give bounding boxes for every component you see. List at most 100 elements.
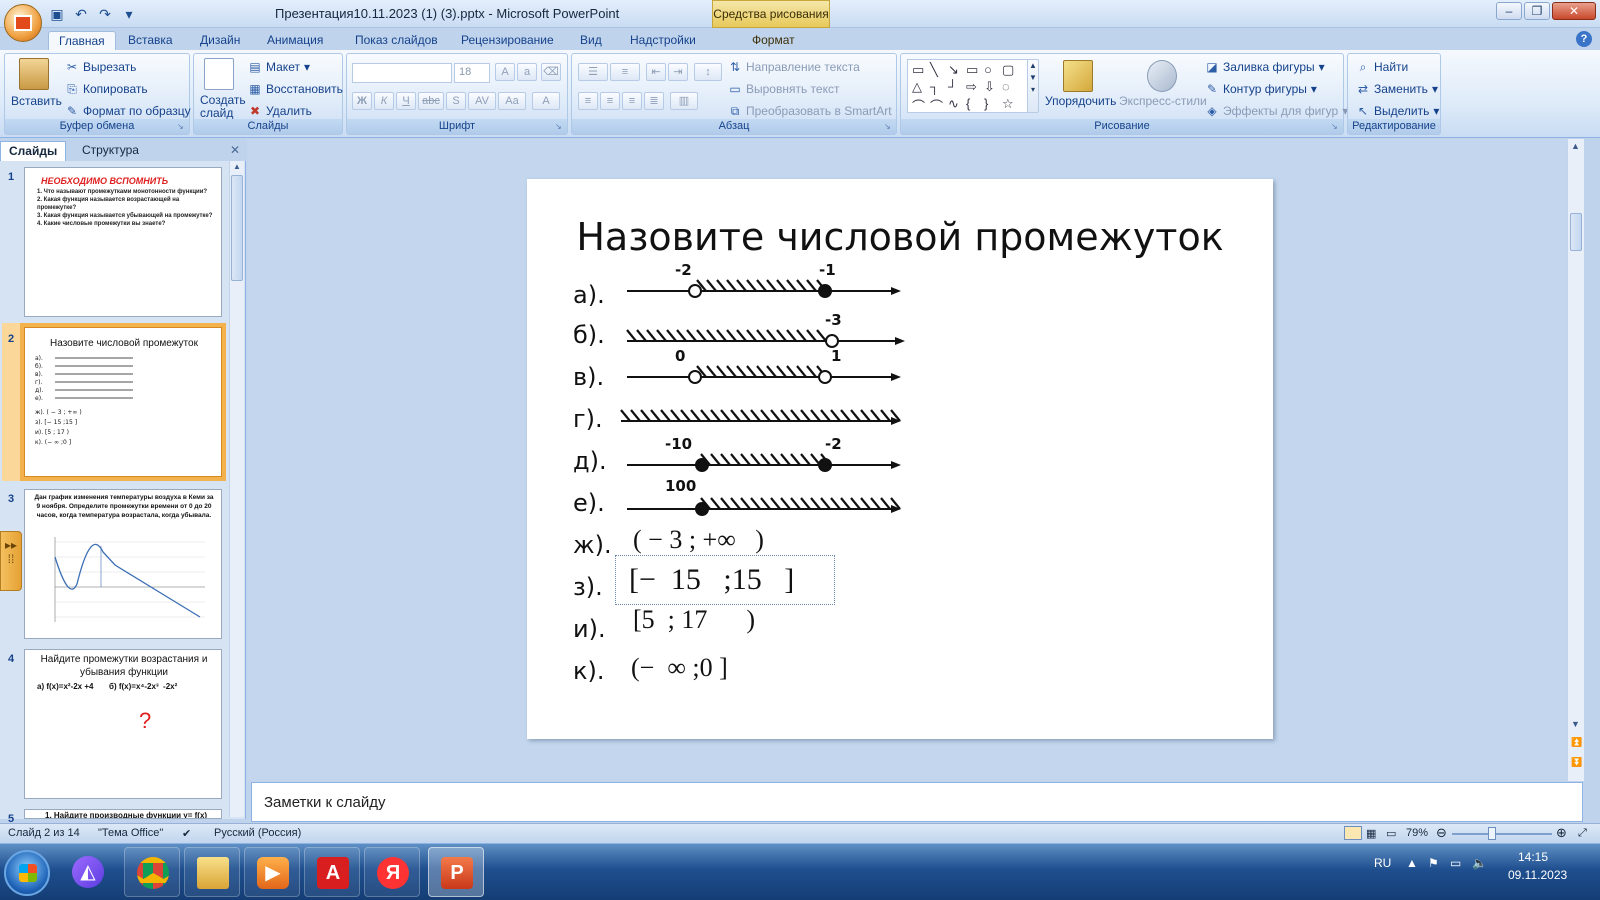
- slideshow-view-icon[interactable]: ▭: [1386, 827, 1396, 840]
- interval-formula-k[interactable]: (− ∞ ;0 ]: [631, 653, 728, 683]
- callout-shape-icon[interactable]: ◌: [1002, 79, 1010, 94]
- elbow-shape-icon[interactable]: ┘: [948, 79, 957, 94]
- customize-qat-icon[interactable]: ▾: [120, 5, 138, 23]
- interval-formula-zh[interactable]: ( − 3 ; +∞ ): [633, 525, 764, 555]
- tab-view[interactable]: Вид: [570, 31, 612, 50]
- taskbar-chrome[interactable]: [124, 847, 180, 897]
- bullets-icon[interactable]: ☰: [578, 63, 608, 81]
- brace-right-shape-icon[interactable]: }: [984, 96, 988, 111]
- triangle-shape-icon[interactable]: △: [912, 79, 922, 95]
- rectangle-shape-icon[interactable]: ▭: [966, 62, 978, 78]
- restore-icon[interactable]: ❐: [1524, 2, 1550, 20]
- select-button[interactable]: ↖ Выделить ▾: [1356, 104, 1439, 118]
- undo-icon[interactable]: ↶: [72, 5, 90, 23]
- help-icon[interactable]: ?: [1576, 31, 1592, 47]
- slide-sorter-icon[interactable]: ▦: [1366, 827, 1376, 840]
- strikethrough-icon[interactable]: abc: [418, 92, 444, 110]
- copy-button[interactable]: ⎘ Копировать: [65, 82, 147, 96]
- spacing-icon[interactable]: AV: [468, 92, 496, 110]
- quick-styles-icon[interactable]: [1147, 60, 1177, 92]
- interval-formula-i[interactable]: [5 ; 17 ): [633, 605, 755, 635]
- taskbar-media-player[interactable]: ▶: [244, 847, 300, 897]
- new-slide-icon[interactable]: [204, 58, 234, 90]
- tab-animation[interactable]: Анимация: [257, 31, 333, 50]
- taskbar-explorer[interactable]: [184, 847, 240, 897]
- zoom-in-icon[interactable]: ⊕: [1556, 825, 1567, 841]
- taskbar-acrobat[interactable]: A: [304, 847, 360, 897]
- arrange-button[interactable]: Упорядочить: [1045, 94, 1116, 108]
- freeform-shape-icon[interactable]: ∿: [948, 96, 959, 112]
- numbering-icon[interactable]: ≡: [610, 63, 640, 81]
- slide-thumbnail-2[interactable]: Назовите числовой промежуток а). б). в). г…: [24, 327, 222, 477]
- replace-button[interactable]: ⇄ Заменить ▾: [1356, 82, 1438, 96]
- zoom-slider-knob[interactable]: [1488, 827, 1496, 840]
- scroll-up-icon[interactable]: ▲: [233, 162, 241, 171]
- oval-shape-icon[interactable]: ○: [984, 62, 992, 77]
- scroll-down-icon[interactable]: ▼: [1571, 719, 1580, 729]
- font-launcher-icon[interactable]: ↘: [555, 122, 565, 132]
- action-center-icon[interactable]: ⚑: [1428, 856, 1439, 870]
- text-direction-button[interactable]: ⇅ Направление текста: [728, 60, 860, 74]
- tab-addins[interactable]: Надстройки: [620, 31, 706, 50]
- tab-design[interactable]: Дизайн: [190, 31, 250, 50]
- line-shape-icon[interactable]: ╲: [930, 62, 938, 78]
- office-button[interactable]: [4, 4, 42, 42]
- volume-icon[interactable]: 🔈: [1472, 856, 1487, 870]
- zoom-out-icon[interactable]: ⊖: [1436, 825, 1447, 841]
- shadow-icon[interactable]: S: [446, 92, 466, 110]
- grow-font-icon[interactable]: A: [495, 63, 515, 81]
- arrange-icon[interactable]: [1063, 60, 1093, 92]
- connector-shape-icon[interactable]: ┐: [930, 79, 939, 94]
- justify-icon[interactable]: ≣: [644, 92, 664, 110]
- slide-canvas[interactable]: Назовите числовой промежуток а). б). в).…: [527, 179, 1273, 739]
- brace-left-shape-icon[interactable]: {: [966, 96, 970, 111]
- slide-thumbnail-1[interactable]: НЕОБХОДИМО ВСПОМНИТЬ 1. Что называют про…: [24, 167, 222, 317]
- thumbnails-scrollbar[interactable]: ▲: [229, 161, 244, 817]
- tab-outline-pane[interactable]: Структура: [74, 141, 147, 161]
- taskbar-alice[interactable]: ◭: [60, 847, 116, 897]
- slide-thumbnail-4[interactable]: Найдите промежутки возрастания и убывани…: [24, 649, 222, 799]
- format-painter-button[interactable]: ✎ Формат по образцу: [65, 104, 191, 118]
- reset-button[interactable]: ▦ Восстановить: [248, 82, 343, 96]
- notes-pane[interactable]: Заметки к слайду: [251, 782, 1583, 822]
- arc-shape-icon[interactable]: ⌒: [930, 96, 943, 115]
- zoom-level[interactable]: 79%: [1406, 827, 1428, 839]
- tab-format[interactable]: Формат: [742, 31, 805, 50]
- shapes-gallery[interactable]: ▭ ╲ ↘ ▭ ○ ▢ △ ┐ ┘ ⇨ ⇩ ◌ ⌒ ⌒ ∿ { } ☆: [907, 59, 1029, 115]
- bold-icon[interactable]: Ж: [352, 92, 372, 110]
- interval-formula-z[interactable]: [− 15 ;15 ]: [629, 563, 794, 597]
- normal-view-icon[interactable]: [1344, 826, 1362, 840]
- close-icon[interactable]: ✕: [230, 143, 240, 157]
- tab-review[interactable]: Рецензирование: [451, 31, 564, 50]
- down-arrow-shape-icon[interactable]: ⇩: [984, 79, 995, 95]
- arrow-line-shape-icon[interactable]: ↘: [948, 62, 959, 78]
- paragraph-launcher-icon[interactable]: ↘: [884, 122, 894, 132]
- scrollbar-thumb[interactable]: [1570, 213, 1582, 251]
- tab-insert[interactable]: Вставка: [118, 31, 183, 50]
- paste-icon[interactable]: [19, 58, 49, 90]
- cut-button[interactable]: ✂ Вырезать: [65, 60, 136, 74]
- clock-date[interactable]: 09.11.2023: [1508, 868, 1567, 882]
- clock-time[interactable]: 14:15: [1518, 850, 1548, 864]
- find-button[interactable]: ⌕ Найти: [1356, 60, 1409, 74]
- star-shape-icon[interactable]: ☆: [1002, 96, 1014, 112]
- rounded-rect-shape-icon[interactable]: ▢: [1002, 62, 1014, 78]
- layout-button[interactable]: ▤ Макет ▾: [248, 60, 310, 74]
- dialog-launcher-icon[interactable]: ↘: [177, 122, 187, 132]
- align-center-icon[interactable]: ≡: [600, 92, 620, 110]
- increase-indent-icon[interactable]: ⇥: [668, 63, 688, 81]
- font-color-icon[interactable]: A: [532, 92, 560, 110]
- shape-outline-button[interactable]: ✎ Контур фигуры ▾: [1205, 82, 1317, 96]
- paste-button[interactable]: Вставить: [11, 94, 62, 108]
- font-size-combo[interactable]: 18: [454, 63, 490, 83]
- taskbar-yandex[interactable]: Я: [364, 847, 420, 897]
- textbox-shape-icon[interactable]: ▭: [912, 62, 924, 78]
- network-icon[interactable]: ▭: [1450, 856, 1461, 870]
- line-spacing-icon[interactable]: ↕: [694, 63, 722, 81]
- smartart-button[interactable]: ⧉ Преобразовать в SmartArt: [728, 104, 892, 118]
- change-case-icon[interactable]: Aa: [498, 92, 526, 110]
- previous-slide-icon[interactable]: ⏫: [1571, 737, 1582, 748]
- slide-thumbnail-5[interactable]: 1. Найдите производные функции y= f(x): [24, 809, 222, 819]
- language-indicator[interactable]: Русский (Россия): [214, 827, 301, 839]
- gallery-scroll-icon[interactable]: ▲ ▼ ▾: [1027, 59, 1039, 113]
